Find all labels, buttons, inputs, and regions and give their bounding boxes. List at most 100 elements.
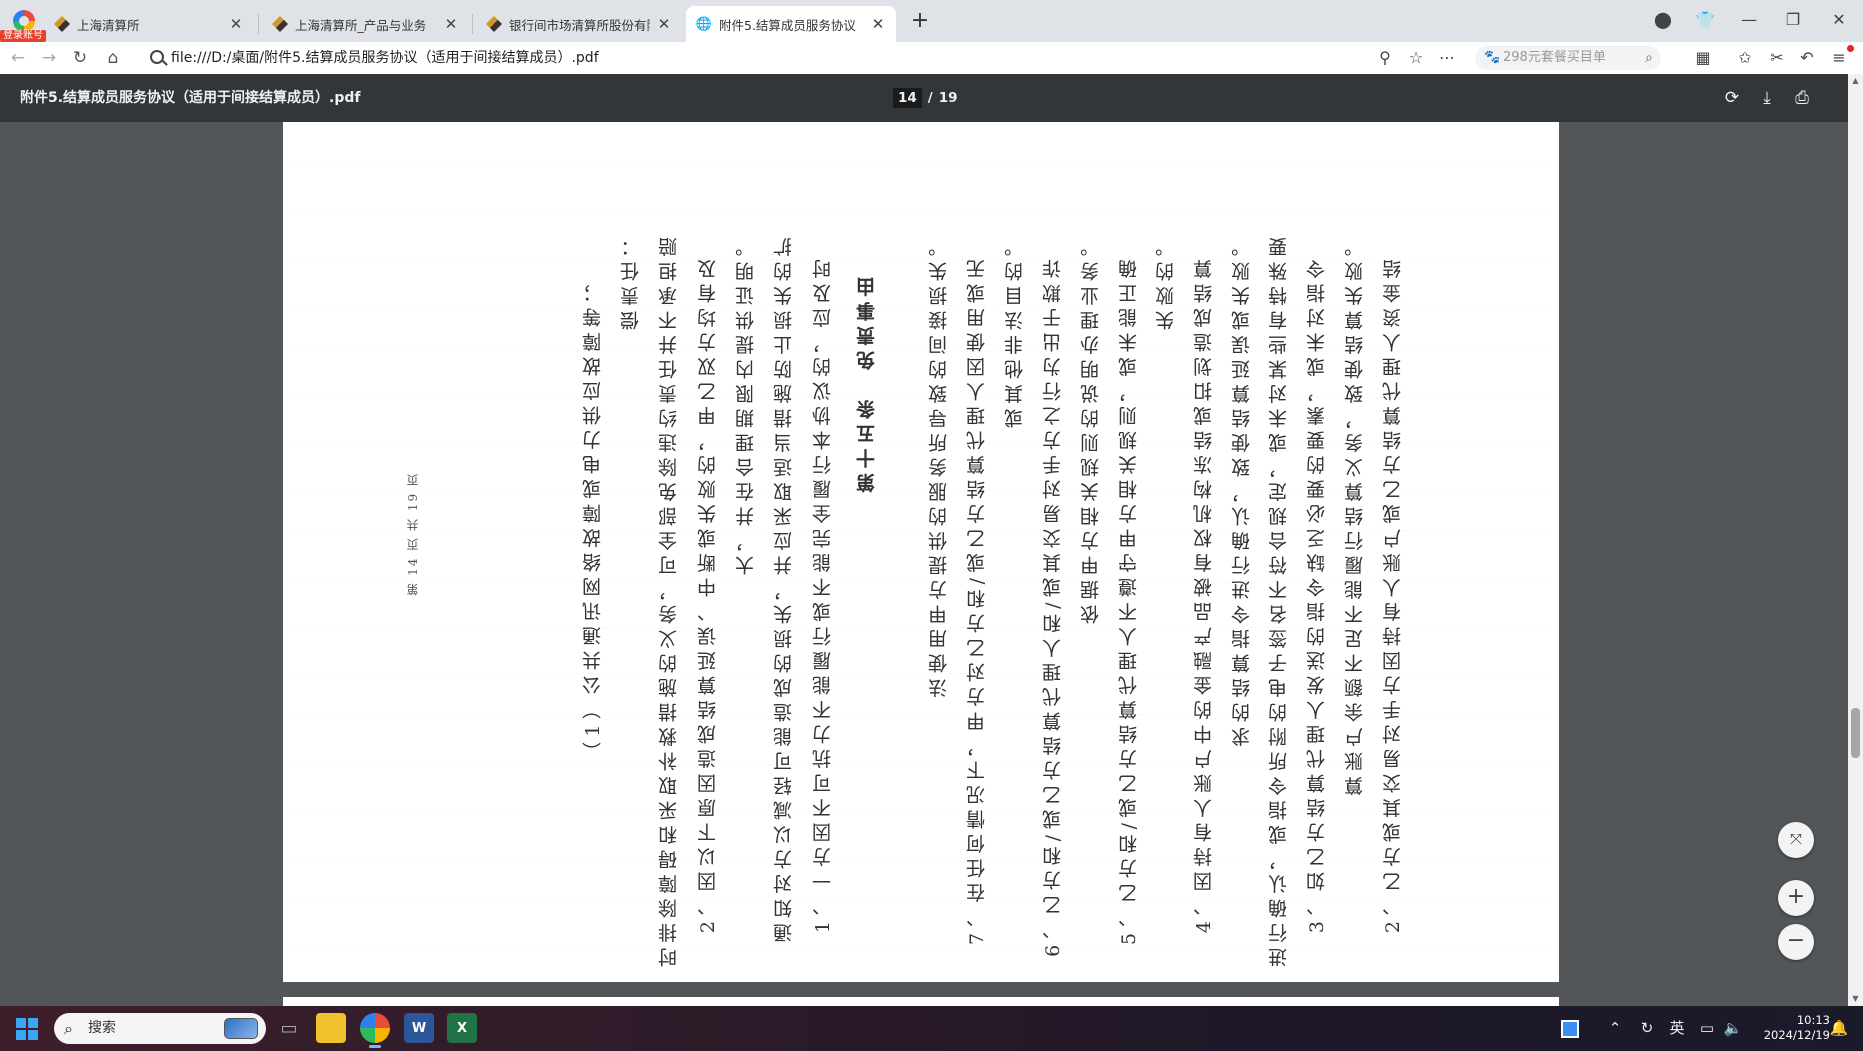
text-column: 6、乙方和/或乙方结算代理人和/或其交易对手方之行为出于欺诈 [1042,254,1064,957]
vertical-scrollbar[interactable]: ▲ ▼ [1848,74,1863,1006]
pdf-toolbar: 附件5.结算成员服务协议（适用于间接结算成员）.pdf 14 / 19 ⟳ ⤓ … [0,74,1848,122]
total-pages: 19 [938,90,958,106]
minimize-button[interactable]: — [1733,6,1765,34]
text-column: 1、一方因不可抗力不能履行或不能完全履行本协议的，应及时 [812,254,834,934]
paw-icon: 🐾 [1484,50,1501,65]
more-icon[interactable]: ⋯ [1434,45,1460,71]
search-placeholder: 298元套餐买目单 [1503,50,1606,65]
restore-button[interactable]: ❐ [1777,6,1809,34]
notification-bell-icon[interactable]: 🔔 [1828,1006,1850,1051]
text-column: 偿责任： [620,232,642,330]
text-column: 时排除障碍和采取补救措施的义务，可全部免除违约责任并不承担赔 [658,232,680,967]
page-footer: 第 14 页 共 19 页 [406,472,420,596]
tab-bar: 登录账号 上海清算所 ✕ 上海清算所_产品与业务 ✕ 银行间市场清算所股份有限公… [0,0,1863,42]
address-bar: ← → ↻ ⌂ file:///D:/桌面/附件5.结算成员服务协议（适用于间接… [0,42,1863,74]
pdf-next-page [283,997,1559,1006]
text-column: 2、因以下原因造成结算延误、中断或失败的，甲乙双方均有及 [697,254,719,934]
url-field[interactable]: file:///D:/桌面/附件5.结算成员服务协议（适用于间接结算成员）.pd… [171,42,599,74]
taskbar-search[interactable]: ⌕ 搜索 [54,1013,266,1044]
scroll-up-icon[interactable]: ▲ [1848,74,1863,88]
download-icon[interactable]: ⤓ [1755,86,1779,110]
text-column: 大，并在合理期限内提供证明。 [735,232,757,575]
tab-title: 上海清算所 [77,17,140,33]
windows-start-icon[interactable] [16,1018,38,1040]
text-column: 进行确认，或指令所附的电子签名不符合规定，或未对某些有特殊要 [1268,232,1290,967]
current-page-input[interactable]: 14 [893,88,922,108]
favorites-icon[interactable]: ✩ [1732,45,1758,71]
text-column: 通知对方以减轻可能造成的损失，并应采取适当措施防止损失的扩 [773,232,795,943]
brand-logo-icon [54,16,70,32]
scroll-down-icon[interactable]: ▼ [1848,992,1863,1006]
browser-taskbar-icon[interactable] [360,1013,390,1048]
word-icon[interactable]: W [404,1013,434,1043]
scrollbar-thumb[interactable] [1851,708,1860,758]
text-column: （1）公共通讯网络故障或电力供应故障等； [582,278,604,762]
zoom-out-button[interactable]: − [1778,924,1814,960]
close-icon[interactable]: ✕ [443,15,459,33]
close-icon[interactable]: ✕ [870,15,886,33]
text-column: 3、如乙方结算代理人发送的指令缺乏必要的要素，或未对指令 [1306,254,1328,934]
forward-button[interactable]: → [36,45,62,71]
page-indicator: 14 / 19 [893,88,958,108]
fit-page-button[interactable]: ⤧ [1778,822,1814,858]
close-icon[interactable]: ✕ [228,15,244,33]
text-column: 7、在任何情况下，甲方对乙方和/或乙方结算代理人因使用或无 [966,254,988,945]
text-column: 或其他非法目的。 [1004,232,1026,428]
pdf-page: 2、乙方或其交易对手方因持有人账户或乙方结算代理人资金结 算账户余额不足不能履行… [283,122,1559,982]
zoom-icon[interactable]: ⚲ [1372,45,1398,71]
text-column: 5、乙方和/或乙方结算代理人不遵守甲方相关规则，或未能正确 [1118,254,1140,945]
search-highlight-image [224,1018,258,1039]
widgets-icon[interactable] [1558,1006,1582,1051]
notification-dot [1847,45,1854,52]
browser-logo-icon[interactable]: 登录账号 [0,8,46,42]
brand-logo-icon [272,16,288,32]
pdf-viewer[interactable]: 2、乙方或其交易对手方因持有人账户或乙方结算代理人资金结 算账户余额不足不能履行… [0,122,1848,1006]
undo-icon[interactable]: ↶ [1794,45,1820,71]
tab-title: 上海清算所_产品与业务 [295,17,427,33]
apps-grid-icon[interactable]: ▦ [1690,45,1716,71]
new-tab-button[interactable]: + [906,8,934,36]
zoom-in-button[interactable]: + [1778,880,1814,916]
brand-logo-icon [486,16,502,32]
bookmark-star-icon[interactable]: ☆ [1403,45,1429,71]
search-icon [150,50,164,64]
skin-icon[interactable]: 👕 [1689,6,1721,34]
print-icon[interactable]: ⎙ [1790,86,1814,110]
pdf-filename: 附件5.结算成员服务协议（适用于间接结算成员）.pdf [20,90,361,106]
search-icon[interactable]: ⌕ [1645,46,1653,70]
tab-shclearing[interactable]: 上海清算所 ✕ [44,6,254,42]
tab-pdf-active[interactable]: 🌐 附件5.结算成员服务协议（适 ✕ [686,6,896,42]
search-input[interactable]: 🐾 298元套餐买目单 ⌕ [1475,46,1661,70]
chevron-up-icon[interactable]: ⌃ [1604,1006,1626,1051]
date: 2024/12/19 [1763,1028,1830,1042]
sync-icon[interactable]: ↻ [1636,1006,1658,1051]
task-view-icon[interactable]: ▭ [274,1013,304,1043]
text-column: 算账户余额不足不能履行结算义务，致使结算失败。 [1344,232,1366,796]
tab-title: 银行间市场清算所股份有限公 [509,17,650,33]
ime-indicator[interactable]: 英 [1666,1006,1688,1051]
close-window-button[interactable]: ✕ [1823,6,1855,34]
scissors-icon[interactable]: ✂ [1764,45,1790,71]
text-column: 4、因持有人账户中的金融产品被有权机构冻结或扣划造成结算 [1193,254,1215,934]
text-column: 失败的。 [1155,232,1177,330]
file-explorer-icon[interactable] [316,1013,346,1043]
back-button[interactable]: ← [5,45,31,71]
excel-icon[interactable]: X [447,1013,477,1043]
home-button[interactable]: ⌂ [100,45,126,71]
time: 10:13 [1796,1013,1830,1027]
login-badge[interactable]: 登录账号 [0,30,46,42]
rotate-icon[interactable]: ⟳ [1720,86,1744,110]
account-icon[interactable]: ⬤ [1647,6,1679,34]
text-column: 法使用甲方提供的服务所导致的间接损失。 [928,232,950,698]
tab-products[interactable]: 上海清算所_产品与业务 ✕ [262,6,469,42]
reload-button[interactable]: ↻ [67,45,93,71]
text-column: 求的结算指令进行确认，致使结算延误或失败。 [1231,232,1253,747]
clock[interactable]: 10:13 2024/12/19 [1754,1013,1830,1043]
tab-interbank[interactable]: 银行间市场清算所股份有限公 ✕ [476,6,682,42]
taskbar: ⌕ 搜索 ▭ W X ⌃ ↻ 英 ▭ 🔈 10:13 2024/12/19 🔔 [0,1006,1863,1051]
globe-icon: 🌐 [695,16,713,32]
volume-muted-icon[interactable]: 🔈 [1722,1006,1744,1051]
display-icon[interactable]: ▭ [1696,1006,1718,1051]
close-icon[interactable]: ✕ [656,15,672,33]
taskbar-search-label: 搜索 [88,1020,116,1036]
